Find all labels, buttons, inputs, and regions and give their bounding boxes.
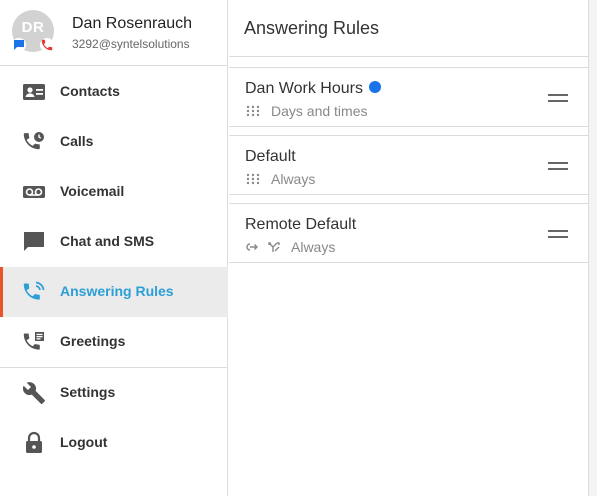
call-history-icon: [22, 130, 46, 154]
rule-subtitle: Always: [291, 239, 336, 255]
avatar-initials: DR: [21, 19, 45, 36]
nav-item-calls[interactable]: Calls: [0, 117, 228, 167]
forward-icon: [246, 243, 258, 251]
wrench-icon: [22, 381, 46, 405]
contacts-icon: [22, 80, 46, 104]
rule-name: Dan Work Hours: [245, 80, 363, 97]
rule-subtitle-row: Days and times: [245, 103, 367, 119]
chat-status-icon: [12, 38, 26, 52]
nav-label-logout: Logout: [60, 434, 108, 450]
nav-label-calls: Calls: [60, 133, 94, 149]
active-rule-indicator: [368, 80, 381, 93]
ring-all-icon: [246, 173, 260, 185]
rule-name: Default: [245, 148, 296, 165]
nav-label-settings: Settings: [60, 384, 116, 400]
rule-card[interactable]: Dan Work Hours Days and times: [229, 67, 588, 127]
nav-item-greetings[interactable]: Greetings: [0, 317, 228, 367]
greetings-icon: [22, 330, 46, 354]
main-header: Answering Rules: [229, 0, 588, 57]
drag-handle-icon[interactable]: [548, 230, 568, 240]
call-split-icon: [268, 242, 280, 252]
nav-label-chat: Chat and SMS: [60, 233, 155, 249]
rule-subtitle: Always: [271, 171, 316, 187]
rule-name: Remote Default: [245, 216, 357, 233]
nav-item-answering-rules[interactable]: Answering Rules: [0, 267, 228, 317]
avatar[interactable]: DR: [12, 10, 54, 52]
rule-card[interactable]: Remote Default Always: [229, 203, 588, 263]
sidebar: DR Dan Rosenrauch 3292@syntelsolutions C…: [0, 0, 228, 496]
rule-name-row: Dan Work Hours: [245, 80, 381, 98]
rule-subtitle: Days and times: [271, 103, 368, 119]
rule-subtitle-row: Always: [245, 239, 335, 255]
right-gutter: [588, 0, 597, 496]
nav-label-greetings: Greetings: [60, 333, 126, 349]
nav-item-logout[interactable]: Logout: [0, 418, 228, 468]
nav-item-chat[interactable]: Chat and SMS: [0, 217, 228, 267]
lock-icon: [22, 431, 46, 455]
nav-label-contacts: Contacts: [60, 83, 120, 99]
rule-subtitle-row: Always: [245, 171, 315, 187]
nav-label-voicemail: Voicemail: [60, 183, 125, 199]
page-title: Answering Rules: [244, 18, 380, 38]
nav-label-answering-rules: Answering Rules: [60, 283, 174, 299]
phone-status-icon: [40, 38, 54, 52]
ring-all-icon: [246, 105, 260, 117]
profile-email: 3292@syntelsolutions: [72, 37, 190, 51]
voicemail-icon: [22, 180, 46, 204]
profile-header[interactable]: DR Dan Rosenrauch 3292@syntelsolutions: [0, 0, 228, 66]
nav-item-contacts[interactable]: Contacts: [0, 67, 228, 117]
profile-name: Dan Rosenrauch: [72, 15, 193, 32]
nav-item-voicemail[interactable]: Voicemail: [0, 167, 228, 217]
rule-card[interactable]: Default Always: [229, 135, 588, 195]
main-panel: Answering Rules Dan Work Hours Days and …: [229, 0, 588, 496]
phone-forward-icon: [22, 280, 46, 304]
drag-handle-icon[interactable]: [548, 162, 568, 172]
chat-icon: [22, 230, 46, 254]
nav-item-settings[interactable]: Settings: [0, 368, 228, 418]
drag-handle-icon[interactable]: [548, 94, 568, 104]
